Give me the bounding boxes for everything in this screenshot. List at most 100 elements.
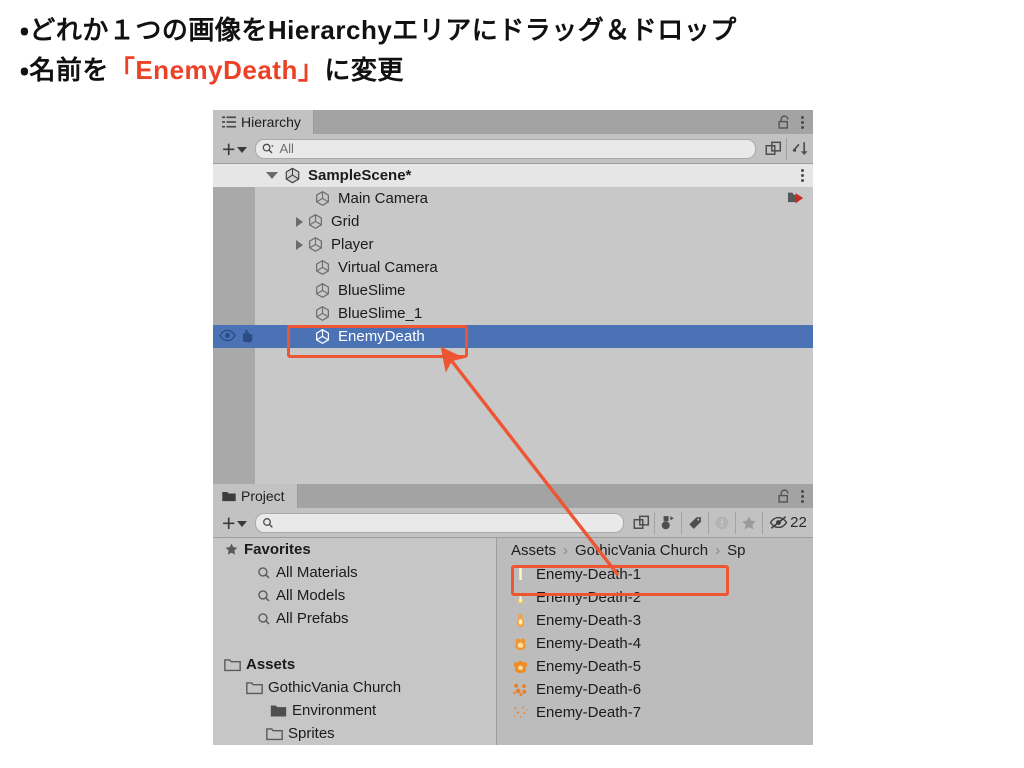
hierarchy-item-label: BlueSlime <box>338 282 406 299</box>
hierarchy-item-label: EnemyDeath <box>338 328 425 345</box>
project-folder-tree[interactable]: Favorites All Materials All Models All P… <box>213 538 497 745</box>
gameobject-cube-icon <box>316 328 329 345</box>
hierarchy-item-label: Player <box>331 236 374 253</box>
hierarchy-expand-button[interactable] <box>760 138 786 160</box>
hierarchy-row-scene[interactable]: SampleScene* <box>213 164 813 187</box>
visibility-toggles <box>219 328 254 343</box>
project-tab-strip: Project <box>213 484 813 508</box>
asset-name-label: Enemy-Death-4 <box>536 635 642 652</box>
project-tree-item-assets[interactable]: Assets <box>213 653 496 676</box>
project-asset-list[interactable]: Assets › GothicVania Church › Sp Enemy-D… <box>497 538 813 745</box>
project-tree-item-all-prefabs[interactable]: All Prefabs <box>213 607 496 630</box>
sprite-death-4-icon <box>515 638 526 651</box>
gameobject-cube-icon <box>316 305 329 322</box>
asset-row-enemy-death-7[interactable]: Enemy-Death-7 <box>497 701 813 724</box>
search-icon <box>258 612 270 625</box>
gameobject-cube-icon <box>309 213 322 230</box>
scene-twisty-icon[interactable] <box>266 172 278 179</box>
hierarchy-tree[interactable]: SampleScene* Main Camera Grid Player Vir… <box>213 164 813 484</box>
project-tree-item-environment[interactable]: Environment <box>213 699 496 722</box>
search-dropdown-icon <box>263 143 275 153</box>
project-warning-filter-button[interactable] <box>709 512 735 534</box>
project-columns: Favorites All Materials All Models All P… <box>213 538 813 745</box>
chevron-right-icon: › <box>563 542 569 559</box>
project-label-filter-button[interactable] <box>682 512 708 534</box>
tab-project[interactable]: Project <box>213 484 298 508</box>
search-icon <box>258 566 270 579</box>
hierarchy-search-input[interactable] <box>274 140 749 157</box>
hierarchy-row-player[interactable]: Player <box>213 233 813 256</box>
asset-row-enemy-death-5[interactable]: Enemy-Death-5 <box>497 655 813 678</box>
lock-open-icon[interactable] <box>778 489 791 503</box>
project-kebab-menu-icon[interactable] <box>800 488 804 504</box>
hierarchy-row-main-camera[interactable]: Main Camera <box>213 187 813 210</box>
asset-row-enemy-death-4[interactable]: Enemy-Death-4 <box>497 632 813 655</box>
sort-descending-icon <box>791 142 807 156</box>
project-tree-item-all-models[interactable]: All Models <box>213 584 496 607</box>
folder-open-icon <box>266 727 283 740</box>
project-search-input[interactable] <box>274 514 617 531</box>
label-tag-icon <box>689 516 701 529</box>
asset-name-label: Enemy-Death-7 <box>536 704 642 721</box>
project-tree-item-all-materials[interactable]: All Materials <box>213 561 496 584</box>
hierarchy-sort-button[interactable] <box>787 138 813 160</box>
hierarchy-tab-actions <box>778 110 813 134</box>
grid-twisty-icon[interactable] <box>296 216 303 227</box>
eye-icon[interactable] <box>219 329 236 342</box>
project-search-field[interactable] <box>255 512 624 533</box>
sprite-death-2-icon <box>518 591 523 603</box>
hierarchy-kebab-menu-icon[interactable] <box>800 114 804 130</box>
hierarchy-item-label: Grid <box>331 213 360 230</box>
breadcrumb-item-assets[interactable]: Assets <box>511 542 556 559</box>
player-twisty-icon[interactable] <box>296 239 303 250</box>
hierarchy-row-grid[interactable]: Grid <box>213 210 813 233</box>
project-type-filter-button[interactable] <box>655 512 681 534</box>
project-tree-item-favorites[interactable]: Favorites <box>213 538 496 561</box>
star-icon <box>225 543 238 555</box>
project-tree-item-gothicvania-church[interactable]: GothicVania Church <box>213 676 496 699</box>
project-add-button[interactable]: + <box>213 509 253 536</box>
star-icon <box>742 515 756 529</box>
plus-icon: + <box>222 135 236 162</box>
scene-kebab-menu-icon[interactable] <box>800 167 804 183</box>
hierarchy-item-label: BlueSlime_1 <box>338 305 423 322</box>
folder-open-icon <box>246 681 263 694</box>
asset-row-enemy-death-1[interactable]: Enemy-Death-1 <box>497 563 813 586</box>
asset-row-enemy-death-6[interactable]: Enemy-Death-6 <box>497 678 813 701</box>
project-favorite-filter-button[interactable] <box>736 512 762 534</box>
hierarchy-row-virtual-camera[interactable]: Virtual Camera <box>213 256 813 279</box>
project-tree-item-sprites[interactable]: Sprites <box>213 722 496 745</box>
gameobject-cube-icon <box>316 259 329 276</box>
asset-row-enemy-death-2[interactable]: Enemy-Death-2 <box>497 586 813 609</box>
eye-off-icon <box>769 516 788 529</box>
tab-hierarchy[interactable]: Hierarchy <box>213 110 314 134</box>
hierarchy-row-blueslime-1[interactable]: BlueSlime_1 <box>213 302 813 325</box>
chevron-down-icon <box>237 521 248 527</box>
project-tree-label: Favorites <box>244 541 311 558</box>
breadcrumb-item-sprites[interactable]: Sp <box>727 542 745 559</box>
hierarchy-tab-strip: Hierarchy <box>213 110 813 134</box>
project-expand-button[interactable] <box>628 512 654 534</box>
plus-icon: + <box>222 509 236 536</box>
project-hidden-packages-button[interactable]: 22 <box>763 512 813 534</box>
project-tree-label: All Prefabs <box>276 610 349 627</box>
breadcrumb[interactable]: Assets › GothicVania Church › Sp <box>497 538 813 563</box>
hierarchy-add-button[interactable]: + <box>213 135 253 162</box>
chevron-right-icon: › <box>715 542 721 559</box>
lock-open-icon[interactable] <box>778 115 791 129</box>
hand-icon[interactable] <box>239 328 254 343</box>
hierarchy-search-field[interactable] <box>255 138 756 159</box>
asset-row-enemy-death-3[interactable]: Enemy-Death-3 <box>497 609 813 632</box>
instruction-line-2-suffix: に変更 <box>324 54 404 85</box>
unity-editor-window: Hierarchy + All SampleScene* Main Camera… <box>213 110 813 745</box>
folder-icon <box>222 491 236 501</box>
hierarchy-row-blueslime[interactable]: BlueSlime <box>213 279 813 302</box>
scene-name-label: SampleScene* <box>308 167 412 184</box>
sprite-death-3-icon <box>516 613 525 628</box>
breadcrumb-item-gothicvania-church[interactable]: GothicVania Church <box>575 542 708 559</box>
hierarchy-row-enemydeath[interactable]: EnemyDeath <box>213 325 813 348</box>
open-in-new-icon <box>765 141 781 155</box>
project-tree-label: All Materials <box>276 564 358 581</box>
project-tree-label: Environment <box>292 702 377 719</box>
project-tree-label: Assets <box>246 656 296 673</box>
